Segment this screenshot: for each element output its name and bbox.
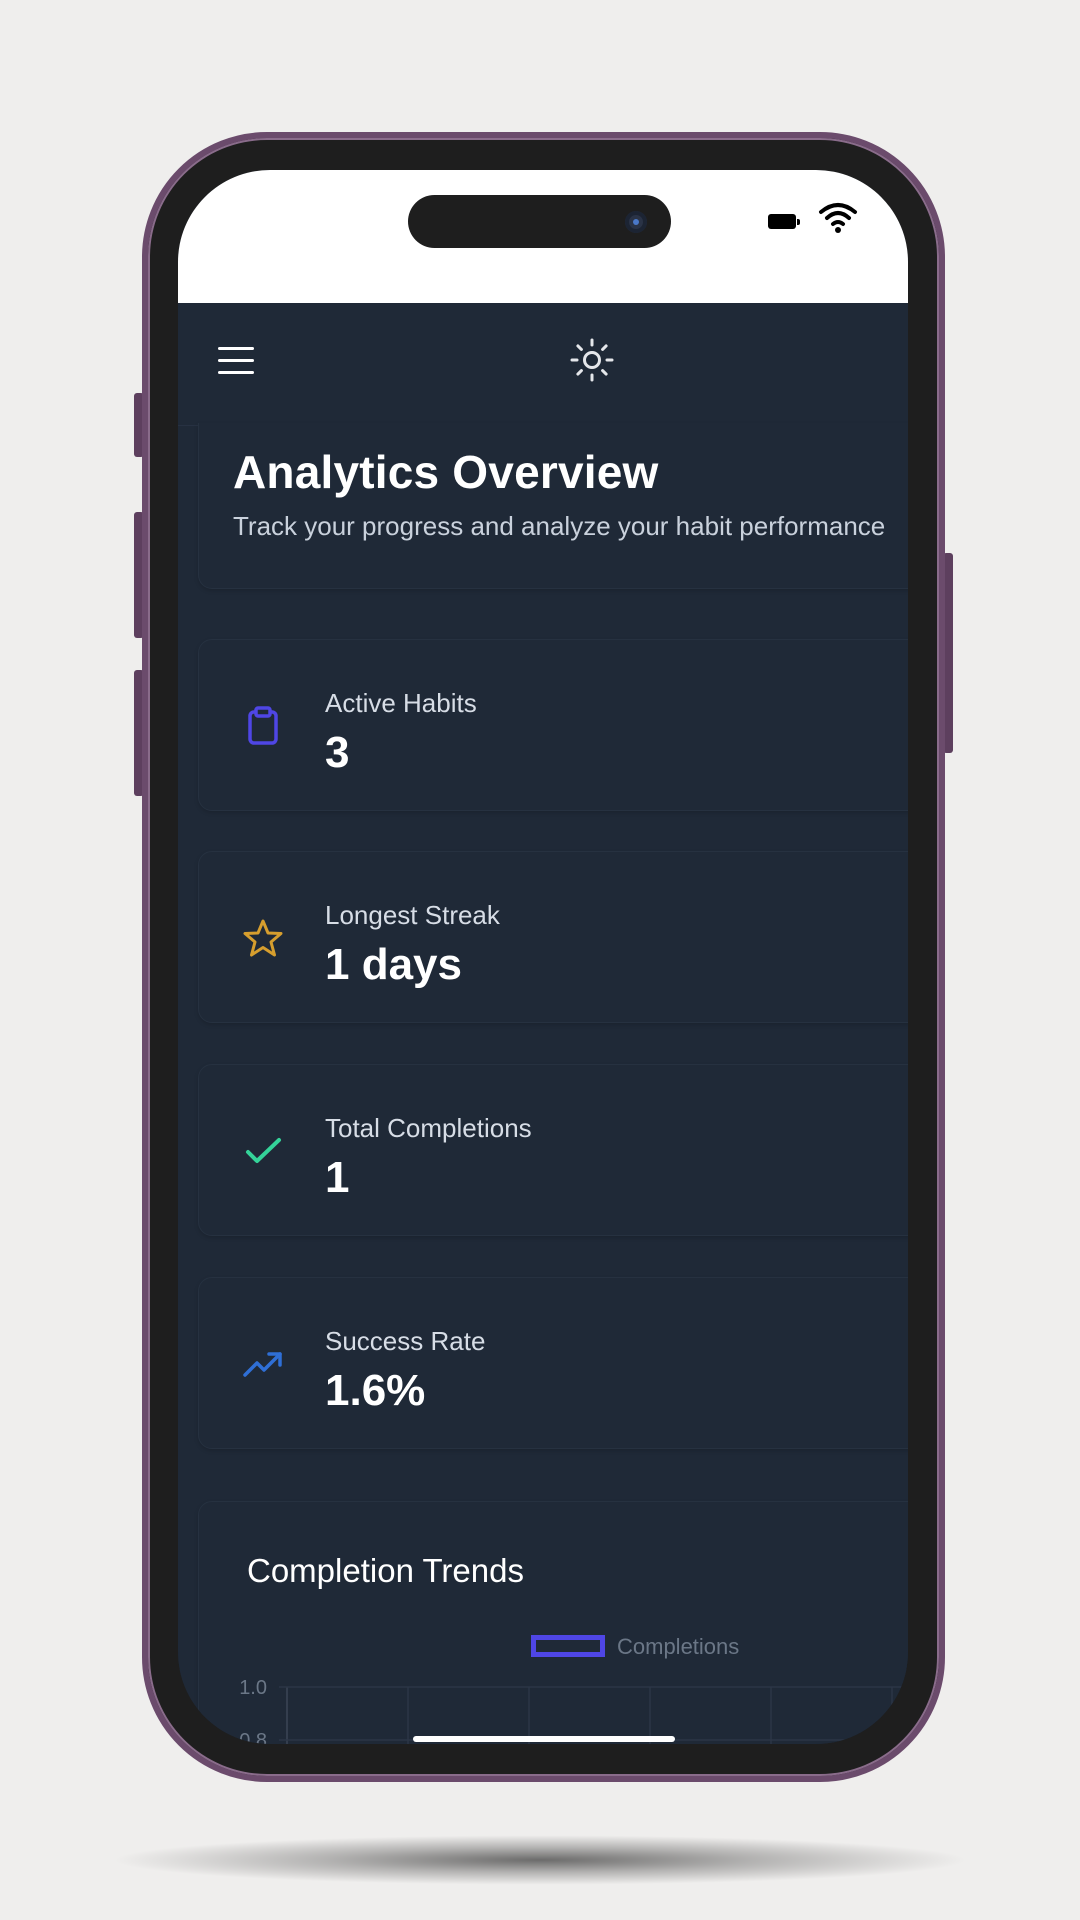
chart-title: Completion Trends — [247, 1552, 524, 1589]
stat-card-success-rate: Success Rate 1.6% — [198, 1277, 908, 1449]
star-icon — [243, 919, 283, 957]
dynamic-island — [408, 195, 671, 248]
sun-icon[interactable] — [569, 337, 615, 383]
page-subtitle: Track your progress and analyze your hab… — [233, 511, 886, 541]
top-navigation-bar — [178, 303, 908, 426]
stat-label: Longest Streak — [325, 900, 500, 930]
stat-label: Total Completions — [325, 1113, 532, 1143]
completion-trends-card: Completion Trends Completions 1.0 0.8 — [198, 1501, 908, 1744]
check-icon — [246, 1138, 281, 1163]
legend-swatch[interactable] — [531, 1635, 605, 1657]
stat-label: Active Habits — [325, 688, 477, 718]
stat-value: 1.6% — [325, 1366, 426, 1415]
legend-label[interactable]: Completions — [617, 1634, 739, 1660]
camera-icon — [625, 211, 647, 233]
stat-card-active-habits: Active Habits 3 — [198, 639, 908, 811]
trending-up-icon — [243, 1352, 282, 1377]
phone-shadow — [110, 1835, 970, 1885]
page-header-card: Analytics Overview Track your progress a… — [198, 423, 908, 589]
stat-card-longest-streak: Longest Streak 1 days — [198, 851, 908, 1023]
stat-card-total-completions: Total Completions 1 — [198, 1064, 908, 1236]
stat-label: Success Rate — [325, 1326, 486, 1356]
status-bar — [178, 170, 908, 303]
hamburger-menu-icon[interactable] — [218, 345, 254, 375]
stat-value: 1 — [325, 1153, 350, 1202]
battery-icon — [768, 214, 800, 229]
completion-trends-chart: 1.0 0.8 — [239, 1677, 908, 1744]
stat-value: 1 days — [325, 940, 462, 989]
app-view: Analytics Overview Track your progress a… — [178, 303, 908, 1744]
wifi-icon — [819, 203, 857, 233]
y-tick-label: 0.8 — [239, 1730, 267, 1744]
page-title: Analytics Overview — [233, 446, 659, 498]
y-tick-label: 1.0 — [239, 1677, 267, 1699]
stat-value: 3 — [325, 728, 350, 777]
phone-screen: Analytics Overview Track your progress a… — [178, 170, 908, 1744]
home-indicator — [413, 1736, 675, 1742]
clipboard-icon — [248, 706, 278, 745]
